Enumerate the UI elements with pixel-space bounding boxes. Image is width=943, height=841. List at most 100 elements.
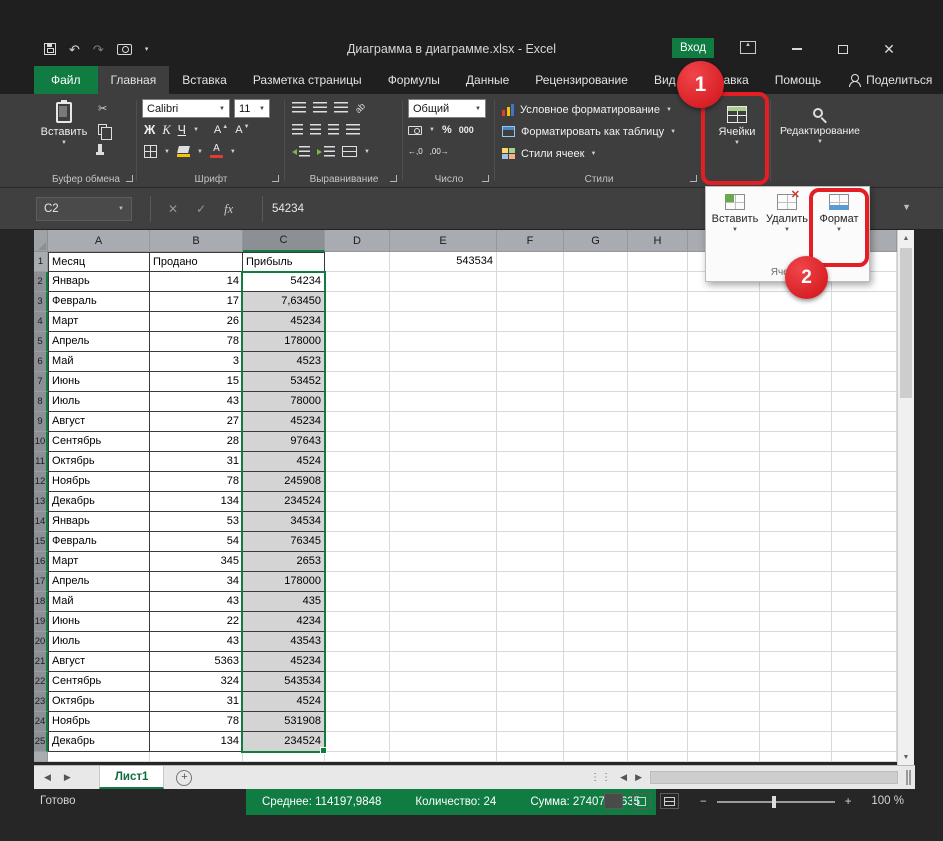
- camera-icon[interactable]: [116, 43, 132, 55]
- cell-J19[interactable]: [760, 612, 832, 632]
- cell-K14[interactable]: [832, 512, 897, 532]
- cell-H2[interactable]: [628, 272, 688, 292]
- cell-J4[interactable]: [760, 312, 832, 332]
- cell-H16[interactable]: [628, 552, 688, 572]
- cell-A23[interactable]: Октябрь: [48, 692, 150, 712]
- grow-font-button[interactable]: А ▲: [214, 124, 228, 136]
- column-header-G[interactable]: G: [564, 230, 628, 252]
- align-bottom-icon[interactable]: [334, 102, 348, 113]
- cell-C23[interactable]: 4524: [243, 692, 325, 712]
- cell-G15[interactable]: [564, 532, 628, 552]
- cell-E5[interactable]: [390, 332, 497, 352]
- cell-I25[interactable]: [688, 732, 760, 752]
- zoom-level[interactable]: 100 %: [862, 795, 904, 807]
- cell-F18[interactable]: [497, 592, 564, 612]
- cell-K12[interactable]: [832, 472, 897, 492]
- save-icon[interactable]: [44, 43, 56, 55]
- cell-E22[interactable]: [390, 672, 497, 692]
- cell-J5[interactable]: [760, 332, 832, 352]
- cell-J26[interactable]: [760, 752, 832, 762]
- cell-A22[interactable]: Сентябрь: [48, 672, 150, 692]
- cell-E25[interactable]: [390, 732, 497, 752]
- cell-K5[interactable]: [832, 332, 897, 352]
- cell-D21[interactable]: [325, 652, 390, 672]
- cell-I14[interactable]: [688, 512, 760, 532]
- cell-J15[interactable]: [760, 532, 832, 552]
- cell-C18[interactable]: 435: [243, 592, 325, 612]
- column-header-E[interactable]: E: [390, 230, 497, 252]
- row-header-17[interactable]: 17: [34, 572, 48, 592]
- cell-D6[interactable]: [325, 352, 390, 372]
- cell-H12[interactable]: [628, 472, 688, 492]
- row-header-24[interactable]: 24: [34, 712, 48, 732]
- cell-A15[interactable]: Февраль: [48, 532, 150, 552]
- cell-B23[interactable]: 31: [150, 692, 243, 712]
- page-break-view-icon[interactable]: [660, 793, 679, 809]
- cell-E23[interactable]: [390, 692, 497, 712]
- cell-K19[interactable]: [832, 612, 897, 632]
- cell-B11[interactable]: 31: [150, 452, 243, 472]
- currency-format-icon[interactable]: [408, 125, 422, 135]
- cell-E16[interactable]: [390, 552, 497, 572]
- column-header-C[interactable]: C: [243, 230, 325, 252]
- bold-button[interactable]: Ж: [144, 123, 155, 137]
- cell-C9[interactable]: 45234: [243, 412, 325, 432]
- cell-F9[interactable]: [497, 412, 564, 432]
- row-header-16[interactable]: 16: [34, 552, 48, 572]
- zoom-in-icon[interactable]: +: [845, 796, 852, 808]
- cell-C3[interactable]: 7,63450: [243, 292, 325, 312]
- cell-D3[interactable]: [325, 292, 390, 312]
- editing-button[interactable]: Редактирование ▼: [774, 106, 866, 145]
- cell-E26[interactable]: [390, 752, 497, 762]
- cell-D11[interactable]: [325, 452, 390, 472]
- cell-A25[interactable]: Декабрь: [48, 732, 150, 752]
- cell-K22[interactable]: [832, 672, 897, 692]
- cell-K26[interactable]: [832, 752, 897, 762]
- row-header-3[interactable]: 3: [34, 292, 48, 312]
- cell-H19[interactable]: [628, 612, 688, 632]
- cell-H9[interactable]: [628, 412, 688, 432]
- cut-icon[interactable]: ✂: [98, 104, 107, 115]
- row-header-8[interactable]: 8: [34, 392, 48, 412]
- cell-E8[interactable]: [390, 392, 497, 412]
- cell-G9[interactable]: [564, 412, 628, 432]
- cell-G25[interactable]: [564, 732, 628, 752]
- cell-I18[interactable]: [688, 592, 760, 612]
- cell-K15[interactable]: [832, 532, 897, 552]
- minimize-button[interactable]: [782, 36, 812, 62]
- cell-F13[interactable]: [497, 492, 564, 512]
- page-layout-view-icon[interactable]: [632, 793, 651, 809]
- cell-B10[interactable]: 28: [150, 432, 243, 452]
- cell-C6[interactable]: 4523: [243, 352, 325, 372]
- cell-C12[interactable]: 245908: [243, 472, 325, 492]
- cell-I16[interactable]: [688, 552, 760, 572]
- cell-H23[interactable]: [628, 692, 688, 712]
- cell-F3[interactable]: [497, 292, 564, 312]
- cell-C10[interactable]: 97643: [243, 432, 325, 452]
- cell-B25[interactable]: 134: [150, 732, 243, 752]
- hscroll-right-icon[interactable]: ▶: [635, 772, 642, 783]
- zoom-slider-thumb[interactable]: [771, 796, 776, 808]
- cell-D26[interactable]: [325, 752, 390, 762]
- cell-J10[interactable]: [760, 432, 832, 452]
- cell-E17[interactable]: [390, 572, 497, 592]
- cell-C14[interactable]: 34534: [243, 512, 325, 532]
- cell-H3[interactable]: [628, 292, 688, 312]
- cell-G11[interactable]: [564, 452, 628, 472]
- enter-icon[interactable]: ✓: [196, 202, 206, 216]
- cell-E19[interactable]: [390, 612, 497, 632]
- cell-I13[interactable]: [688, 492, 760, 512]
- cell-J23[interactable]: [760, 692, 832, 712]
- cell-F20[interactable]: [497, 632, 564, 652]
- cell-I19[interactable]: [688, 612, 760, 632]
- number-format-combo[interactable]: Общий ▼: [408, 99, 486, 118]
- row-header-13[interactable]: 13: [34, 492, 48, 512]
- cell-G14[interactable]: [564, 512, 628, 532]
- cell-D7[interactable]: [325, 372, 390, 392]
- font-dialog-launcher-icon[interactable]: [272, 175, 279, 182]
- cell-B5[interactable]: 78: [150, 332, 243, 352]
- cell-B24[interactable]: 78: [150, 712, 243, 732]
- cell-E9[interactable]: [390, 412, 497, 432]
- vertical-scrollbar-thumb[interactable]: [900, 248, 912, 398]
- cell-H5[interactable]: [628, 332, 688, 352]
